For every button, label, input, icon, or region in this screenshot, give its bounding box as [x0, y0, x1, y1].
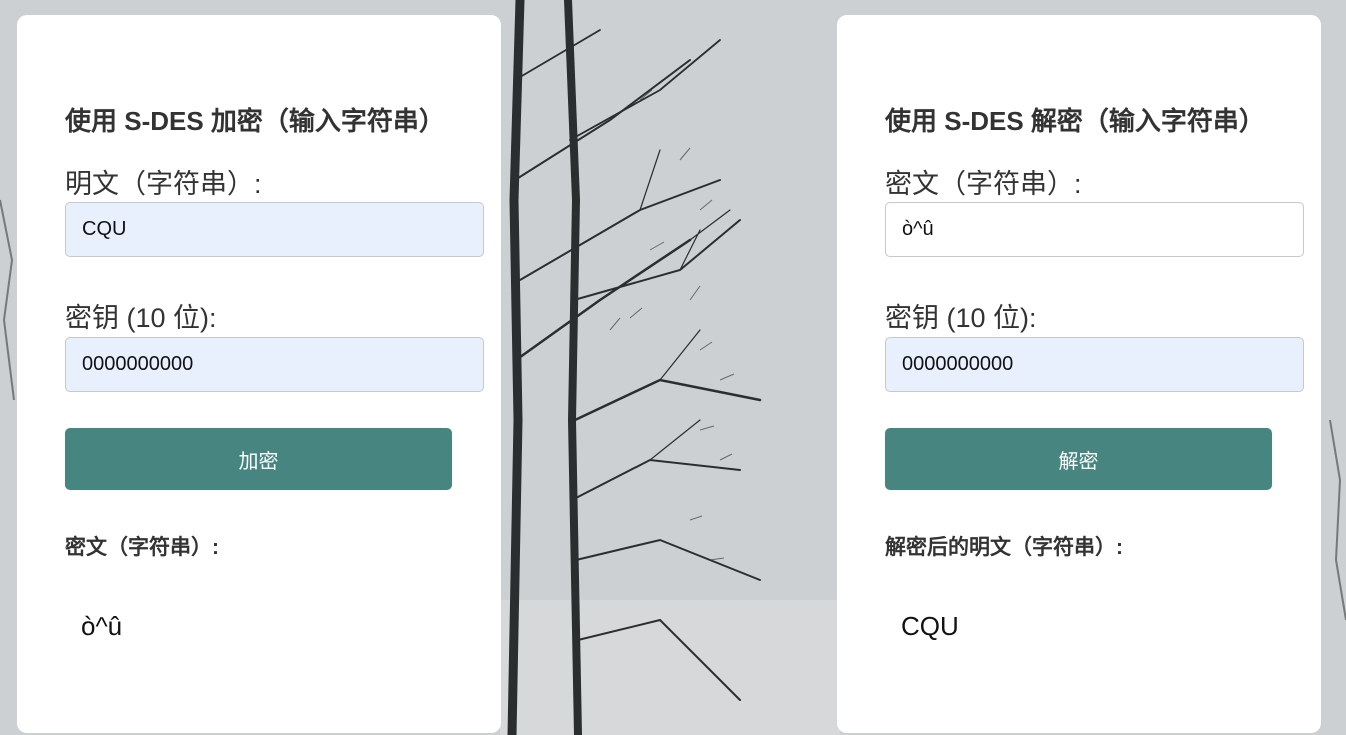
- decrypt-panel-title: 使用 S-DES 解密（输入字符串）: [885, 106, 1265, 136]
- encrypt-panel-title: 使用 S-DES 加密（输入字符串）: [65, 106, 445, 136]
- plaintext-label: 明文（字符串）:: [65, 169, 262, 199]
- decrypted-plaintext-label: 解密后的明文（字符串）:: [885, 536, 1123, 559]
- encrypt-button[interactable]: 加密: [65, 428, 452, 490]
- decrypted-plaintext-value: CQU: [901, 611, 959, 641]
- encrypt-key-input[interactable]: [65, 337, 484, 392]
- ciphertext-result-value: ò^û: [81, 611, 123, 641]
- decrypt-panel: 使用 S-DES 解密（输入字符串） 密文（字符串）: 密钥 (10 位): 解…: [837, 15, 1321, 733]
- plaintext-input[interactable]: [65, 202, 484, 257]
- ciphertext-result-label: 密文（字符串）:: [65, 536, 219, 559]
- decrypt-key-input[interactable]: [885, 337, 1304, 392]
- ciphertext-label: 密文（字符串）:: [885, 169, 1082, 199]
- ciphertext-input[interactable]: [885, 202, 1304, 257]
- encrypt-key-label: 密钥 (10 位):: [65, 303, 217, 333]
- encrypt-panel: 使用 S-DES 加密（输入字符串） 明文（字符串）: 密钥 (10 位): 加…: [17, 15, 501, 733]
- decrypt-key-label: 密钥 (10 位):: [885, 303, 1037, 333]
- decrypt-button[interactable]: 解密: [885, 428, 1272, 490]
